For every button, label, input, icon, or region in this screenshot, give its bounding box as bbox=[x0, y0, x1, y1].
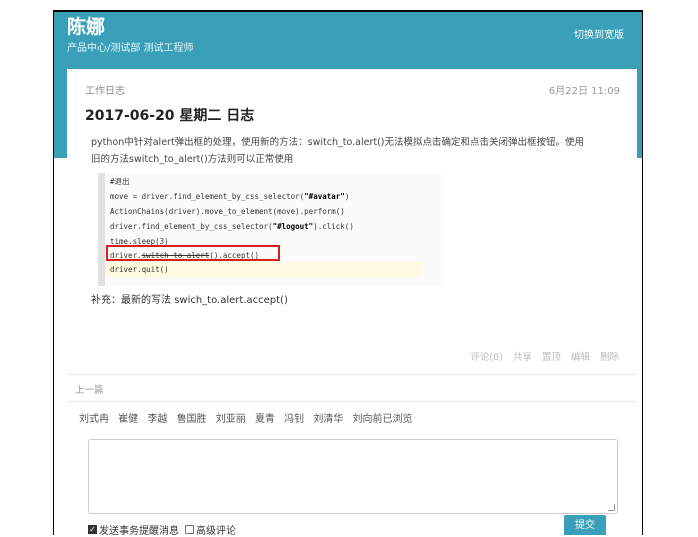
post-title: 2017-06-20 星期二 日志 bbox=[85, 108, 255, 124]
post-description-line: 旧的方法switch_to_alert()方法则可以正常使用 bbox=[91, 154, 294, 165]
advanced-comment-option[interactable]: 高级评论 bbox=[185, 522, 236, 535]
reader-name[interactable]: 鲁国胜 bbox=[177, 414, 207, 425]
edit-link[interactable]: 编辑 bbox=[571, 352, 590, 363]
reader-name[interactable]: 刘式冉 bbox=[79, 414, 109, 425]
user-title: 产品中心/测试部 测试工程师 bbox=[67, 43, 194, 54]
user-name: 陈娜 bbox=[67, 16, 106, 38]
post-description-line: python中针对alert弹出框的处理，使用新的方法：switch_to.al… bbox=[91, 137, 584, 148]
reader-name[interactable]: 冯钊 bbox=[284, 414, 304, 425]
annotation-highlight-box bbox=[106, 245, 280, 261]
code-line: driver.quit() bbox=[110, 265, 169, 274]
reader-name[interactable]: 刘清华 bbox=[313, 414, 343, 425]
post-timestamp: 6月22日 11:09 bbox=[548, 86, 620, 97]
checkbox-checked-icon[interactable]: ✓ bbox=[88, 525, 97, 534]
share-link[interactable]: 共享 bbox=[513, 352, 532, 363]
pin-top-link[interactable]: 置顶 bbox=[542, 352, 561, 363]
reader-name[interactable]: 崔健 bbox=[118, 414, 138, 425]
send-reminder-option[interactable]: ✓ 发送事务提醒消息 bbox=[88, 522, 179, 535]
reader-name[interactable]: 刘向前已浏览 bbox=[353, 414, 413, 425]
divider bbox=[67, 401, 637, 402]
reader-name[interactable]: 夏青 bbox=[255, 414, 275, 425]
prev-post-link[interactable]: 上一篇 bbox=[75, 382, 104, 396]
post-description: python中针对alert弹出框的处理，使用新的方法：switch_to.al… bbox=[91, 134, 631, 168]
code-block: #退出 move = driver.find_element_by_css_se… bbox=[98, 173, 442, 286]
post-category: 工作日志 bbox=[85, 86, 125, 97]
code-line: #退出 bbox=[110, 177, 130, 186]
comment-options: ✓ 发送事务提醒消息 高级评论 bbox=[88, 522, 242, 535]
reader-name[interactable]: 李越 bbox=[147, 414, 167, 425]
checkbox-unchecked-icon[interactable] bbox=[185, 525, 194, 534]
resize-handle[interactable] bbox=[608, 504, 615, 511]
send-reminder-label: 发送事务提醒消息 bbox=[99, 526, 179, 535]
comment-textarea[interactable] bbox=[88, 439, 618, 514]
code-line: move = driver.find_element_by_css_select… bbox=[110, 192, 350, 201]
delete-link[interactable]: 删除 bbox=[600, 352, 619, 363]
divider bbox=[67, 374, 637, 375]
reader-name[interactable]: 刘亚丽 bbox=[216, 414, 246, 425]
post-card: 工作日志 6月22日 11:09 2017-06-20 星期二 日志 pytho… bbox=[67, 69, 637, 374]
code-line: driver.find_element_by_css_selector("#lo… bbox=[110, 222, 354, 231]
switch-wide-link[interactable]: 切换到宽版 bbox=[574, 26, 624, 41]
advanced-comment-label: 高级评论 bbox=[196, 526, 236, 535]
post-actions: 评论(0) 共享 置顶 编辑 删除 bbox=[463, 349, 619, 363]
code-line: ActionChains(driver).move_to_element(mov… bbox=[110, 207, 345, 216]
post-supplement: 补充：最新的写法 swich_to.alert.accept() bbox=[91, 295, 288, 306]
submit-button[interactable]: 提交 bbox=[564, 515, 606, 535]
comment-count-link[interactable]: 评论(0) bbox=[470, 352, 502, 363]
page-frame: 陈娜 产品中心/测试部 测试工程师 切换到宽版 工作日志 6月22日 11:09… bbox=[53, 10, 643, 535]
readers-list: 刘式冉 崔健 李越 鲁国胜 刘亚丽 夏青 冯钊 刘清华 刘向前已浏览 bbox=[79, 410, 419, 425]
